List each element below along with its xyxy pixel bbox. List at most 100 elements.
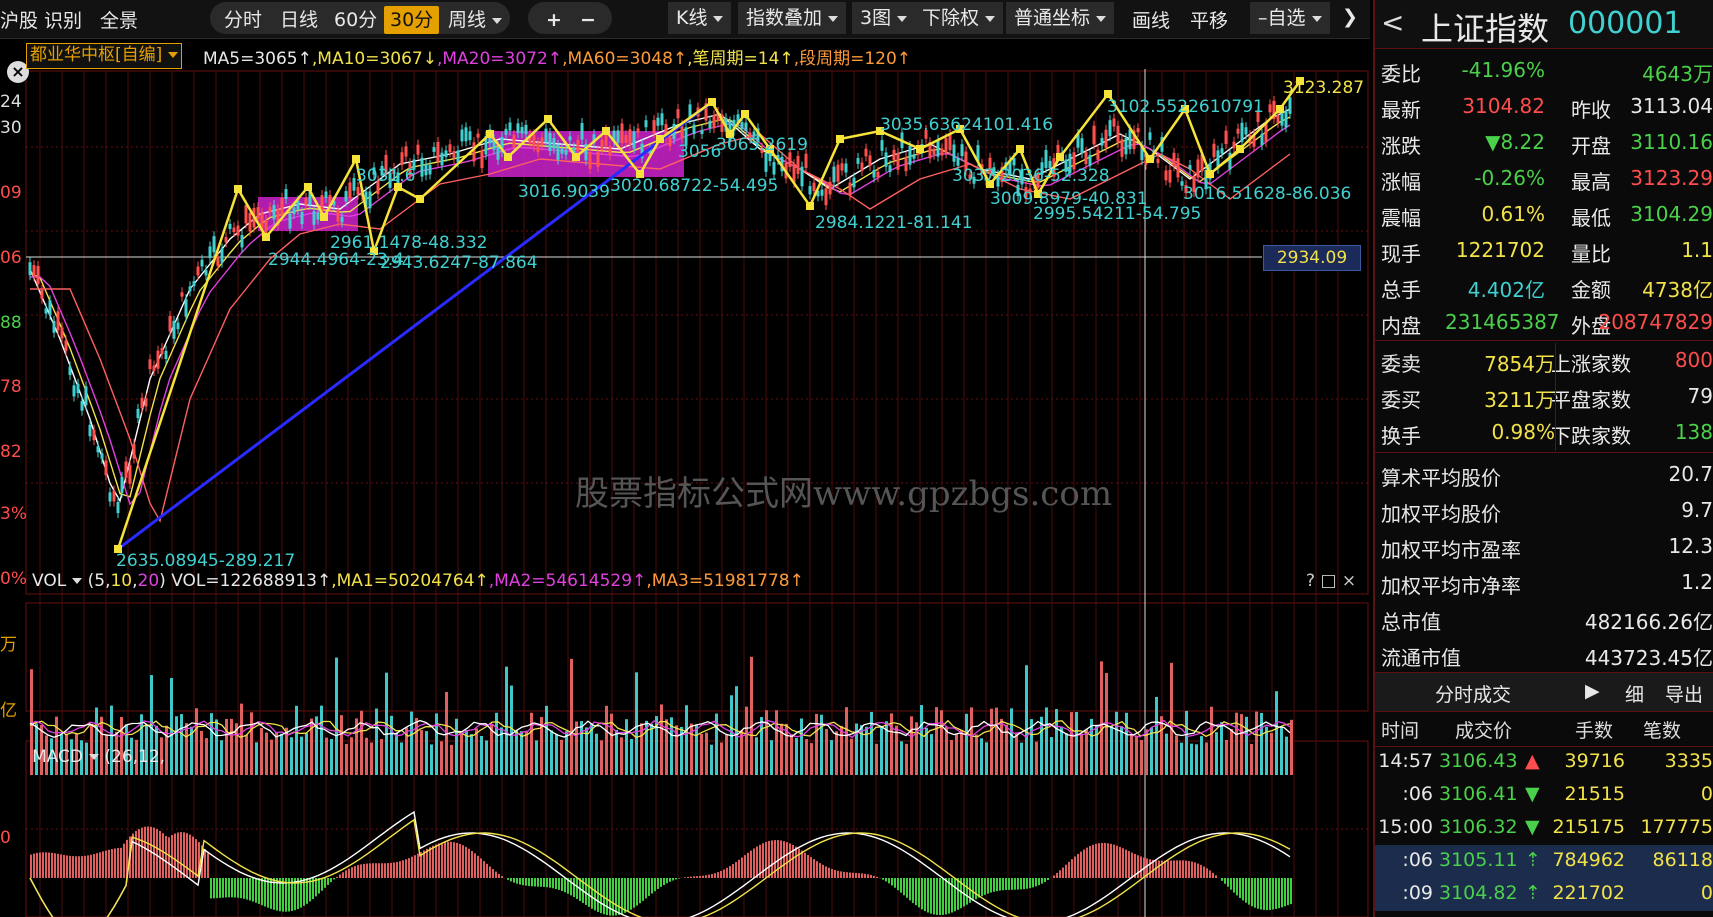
collapse-panel-icon[interactable]: ❯	[1342, 6, 1358, 28]
vol-indicator-selector[interactable]: VOL	[32, 571, 83, 591]
zoom-in-button[interactable]: +	[540, 6, 568, 34]
period-button-intraday[interactable]: 分时	[218, 6, 268, 34]
macd-bar	[1020, 878, 1022, 890]
macd-bar	[462, 845, 464, 878]
macd-indicator-selector[interactable]: MACD	[32, 747, 99, 767]
tab-ticks[interactable]: 分时成交	[1435, 680, 1511, 707]
kline-dropdown[interactable]: K线	[668, 2, 732, 34]
exright-label: 下除权	[922, 7, 980, 29]
volume-bar	[1130, 735, 1133, 775]
candle-body	[868, 155, 872, 166]
period-button-60min[interactable]: 60分	[328, 6, 383, 34]
macd-bar	[1062, 867, 1064, 878]
macd-bar	[345, 870, 347, 878]
ma10-value: ,MA10=3067↓	[311, 49, 437, 69]
toolbar-item-recognize[interactable]: 识别	[44, 6, 82, 33]
macd-bar	[669, 878, 671, 882]
period-button-30min[interactable]: 30分	[384, 6, 440, 34]
volume-bar	[1255, 711, 1258, 775]
pan-button[interactable]: 平移	[1190, 6, 1228, 33]
close-icon[interactable]: ×	[1342, 571, 1356, 591]
volume-bar	[290, 737, 293, 775]
macd-bar	[918, 878, 920, 908]
volume-bar	[545, 705, 548, 775]
volume-bar	[910, 716, 913, 775]
candle-body	[892, 149, 896, 161]
back-icon[interactable]: <	[1381, 6, 1404, 39]
macd-bar	[1044, 878, 1046, 882]
candle-body	[448, 144, 452, 153]
exright-dropdown[interactable]: 下除权	[914, 2, 1004, 34]
candle-body	[540, 137, 544, 146]
bi-point	[1236, 145, 1244, 153]
quote-value: 3104.29	[1630, 202, 1713, 226]
table-row[interactable]: :06 3105.11 ⇡ 784962 86118	[1375, 845, 1713, 878]
table-row[interactable]: 15:00 3106.32 ▼ 215175 177775	[1375, 812, 1713, 845]
table-row[interactable]: 14:57 3106.43 ▲ 39716 3335	[1375, 746, 1713, 779]
macd-bar	[501, 876, 503, 878]
candle-body	[1288, 97, 1292, 114]
macd-bar	[396, 861, 398, 878]
candle-body	[1244, 127, 1248, 135]
coordinate-dropdown[interactable]: 普通坐标	[1006, 2, 1115, 34]
volume-bar	[880, 725, 883, 775]
macd-bar	[426, 848, 428, 878]
macd-bar	[831, 868, 833, 878]
macd-bar	[666, 878, 668, 884]
draw-line-button[interactable]: 画线	[1132, 6, 1170, 33]
tick-time: :06	[1402, 849, 1433, 871]
self-select-dropdown[interactable]: –自选	[1250, 2, 1330, 34]
toolbar-item-panorama[interactable]: 全景	[100, 6, 138, 33]
chart-count-dropdown[interactable]: 3图	[852, 2, 916, 34]
tab-detail[interactable]: 细	[1625, 680, 1644, 707]
quote-row: 最新 3104.82 昨收 3113.04	[1375, 89, 1713, 125]
volume-bar	[565, 731, 568, 775]
quote-value: ▼8.22	[1485, 130, 1545, 154]
stat-row: 流通市值 443723.45亿	[1375, 637, 1713, 673]
zoom-out-button[interactable]: −	[574, 6, 602, 34]
candle-body	[888, 165, 892, 172]
candle-body	[904, 157, 908, 172]
formula-selector[interactable]: 都业华中枢[自编]	[26, 43, 183, 69]
candle-body	[156, 350, 160, 369]
macd-bar	[51, 852, 53, 878]
macd-bar	[144, 826, 146, 878]
tab-export[interactable]: 导出	[1665, 680, 1703, 707]
macd-bar	[570, 878, 572, 896]
help-icon[interactable]: ?	[1306, 571, 1315, 591]
volume-bar	[705, 732, 708, 775]
volume-bar	[475, 728, 478, 775]
table-row[interactable]: :06 3106.41 ▼ 21515 0	[1375, 779, 1713, 812]
macd-bar	[999, 878, 1001, 891]
maximize-icon[interactable]: □	[1320, 571, 1336, 591]
macd-bar	[861, 873, 863, 878]
candle-body	[1260, 133, 1264, 146]
candle-body	[284, 189, 288, 200]
candle-body	[1080, 138, 1084, 154]
period-button-weekly[interactable]: 周线	[442, 6, 508, 34]
candle-body	[428, 164, 432, 175]
index-overlay-dropdown[interactable]: 指数叠加	[738, 2, 847, 34]
chevron-down-icon	[72, 578, 83, 584]
volume-bar	[390, 715, 393, 775]
volume-bar	[275, 732, 278, 775]
volume-bar	[975, 734, 978, 775]
candle-body	[272, 204, 276, 220]
play-icon[interactable]: ▶	[1585, 680, 1600, 702]
macd-bar	[342, 872, 344, 878]
period-button-daily[interactable]: 日线	[274, 6, 324, 34]
volume-bar	[875, 743, 878, 775]
bi-point	[262, 233, 270, 241]
quote-label: 震幅	[1381, 206, 1421, 230]
table-row[interactable]: :09 3104.82 ⇡ 221702 0	[1375, 878, 1713, 911]
quote-label: 昨收	[1571, 98, 1611, 122]
bi-point	[486, 130, 494, 138]
macd-bar	[1278, 878, 1280, 909]
volume-bar	[250, 712, 253, 775]
ma60-value: ,MA60=3048↑	[562, 49, 688, 69]
candle-body	[220, 248, 224, 263]
toolbar-item-hk[interactable]: 沪股	[0, 6, 38, 33]
volume-bar	[935, 707, 938, 775]
candle-body	[520, 126, 524, 134]
macd-bar	[429, 847, 431, 878]
